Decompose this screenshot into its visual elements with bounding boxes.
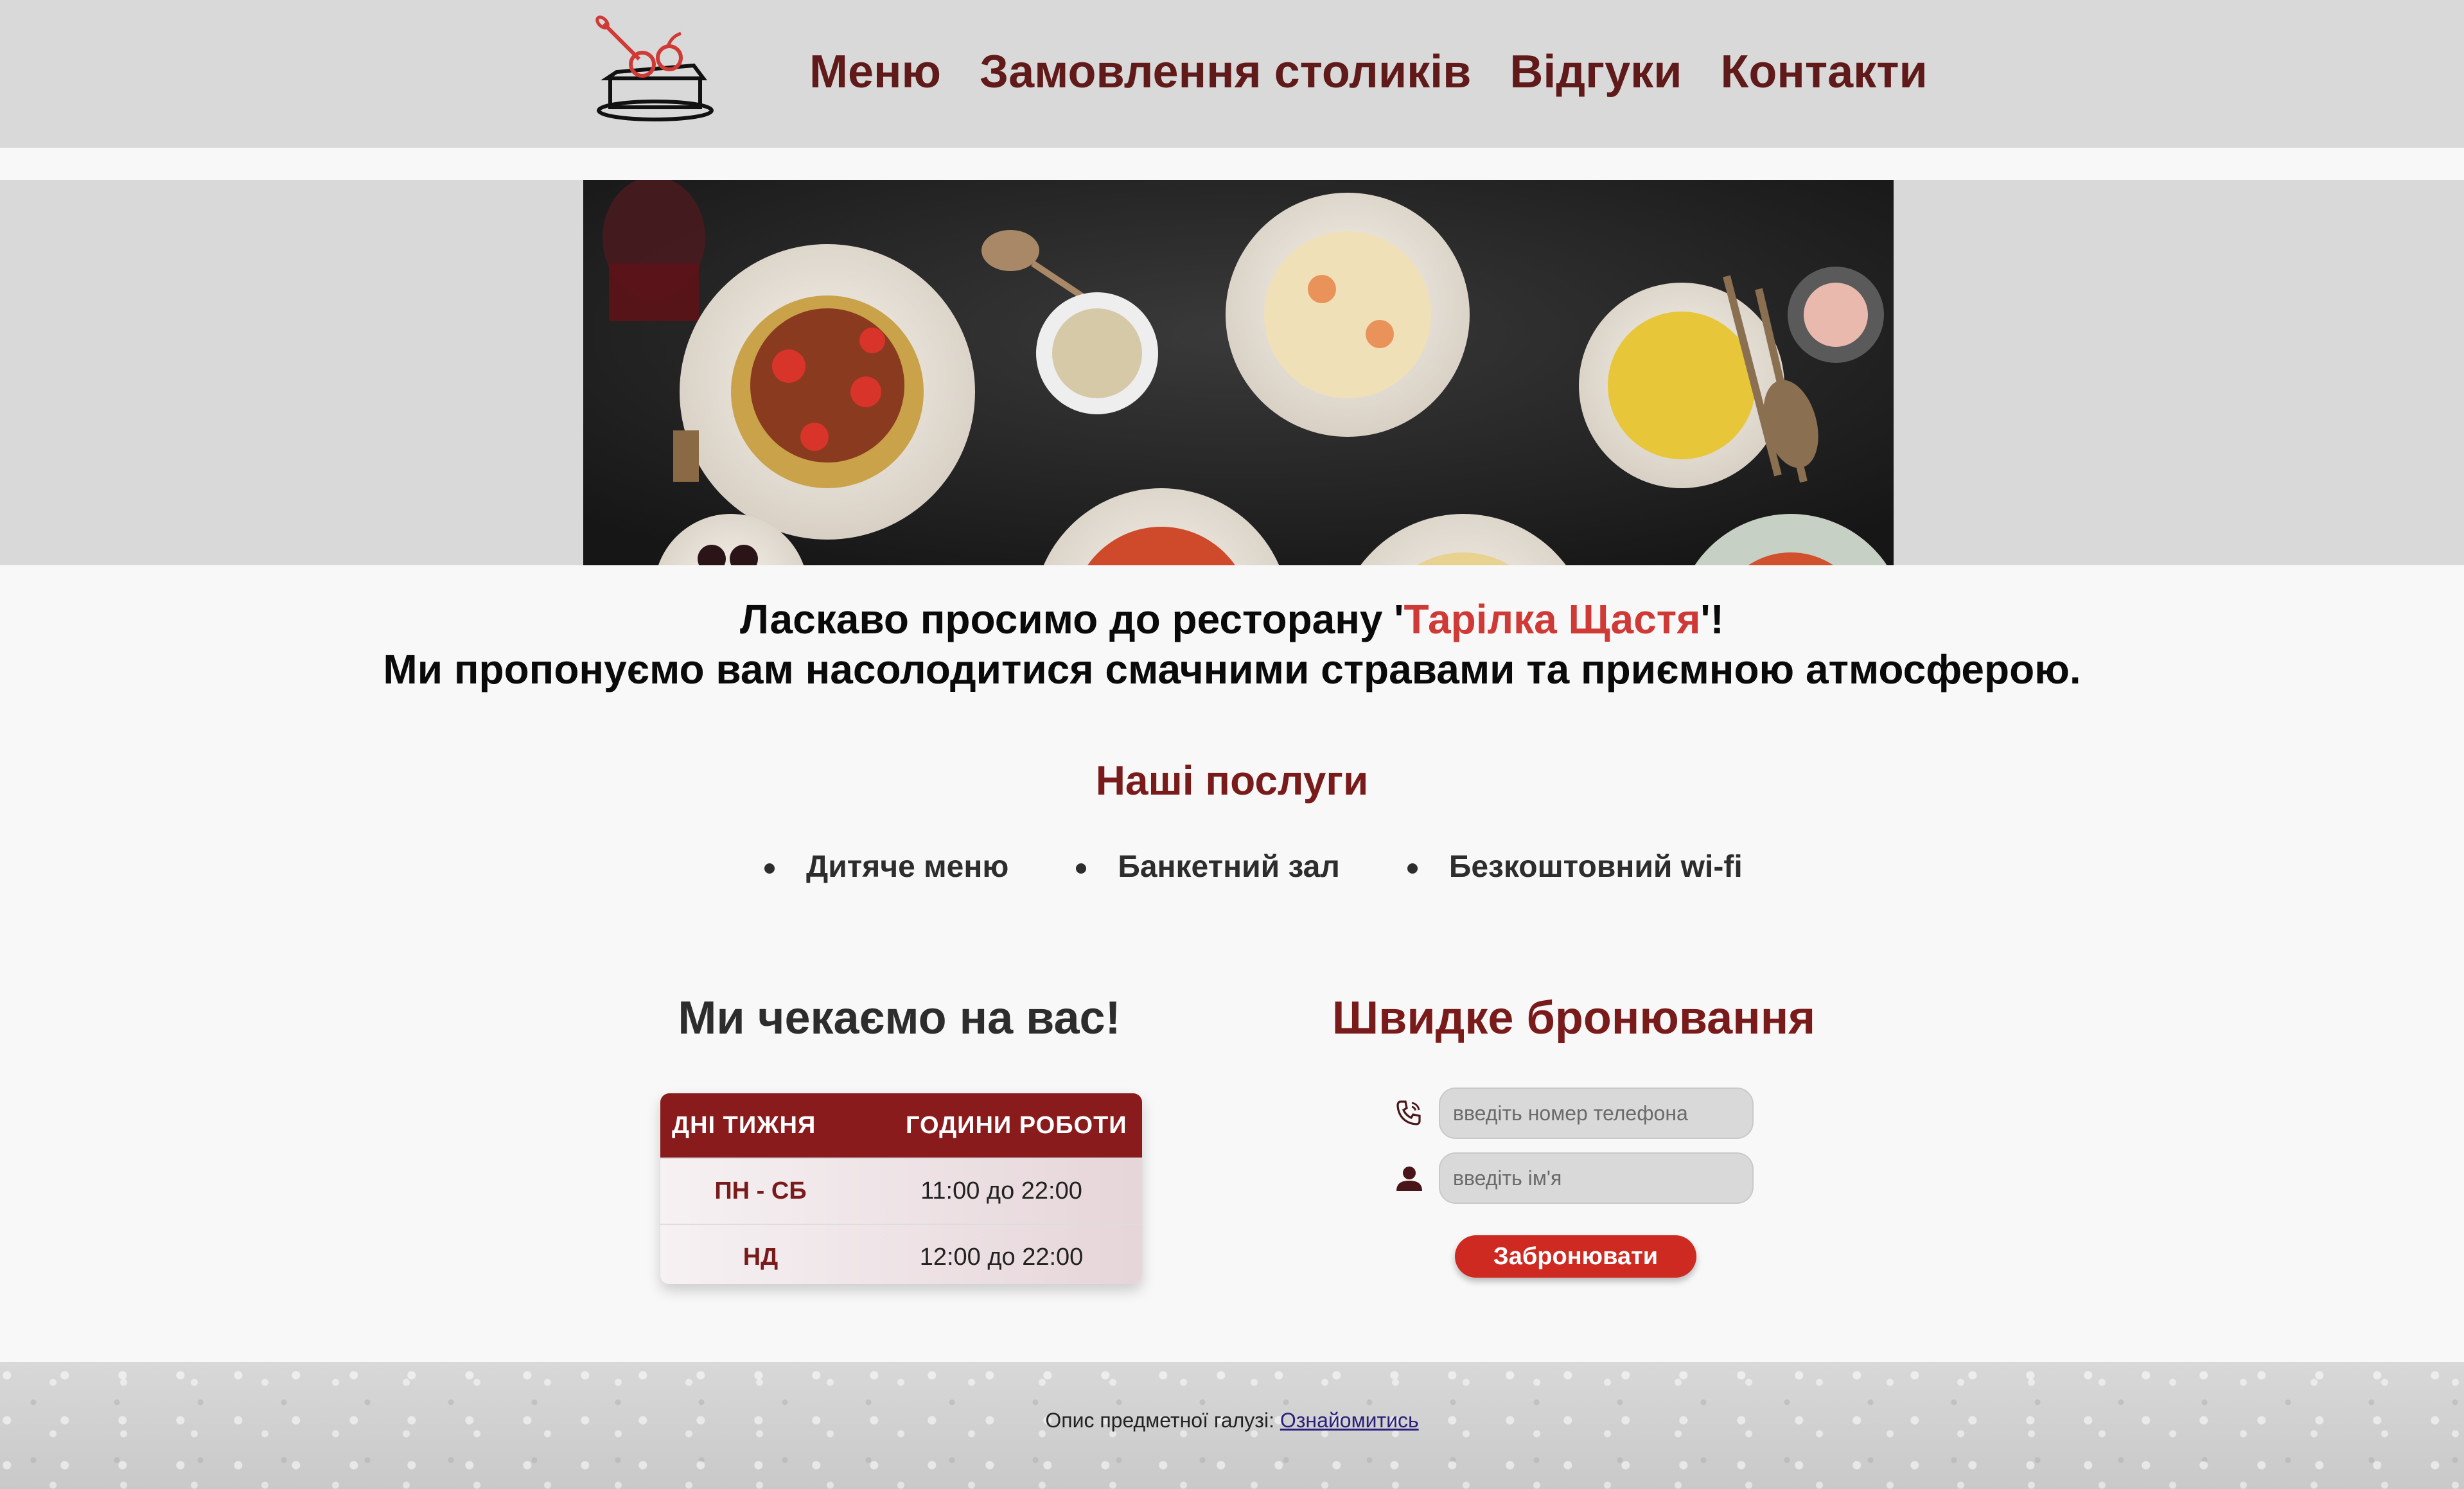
schedule-header-days: ДНІ ТИЖНЯ bbox=[660, 1093, 861, 1158]
schedule-hours: 12:00 до 22:00 bbox=[861, 1224, 1142, 1284]
footer-label: Опис предметної галузі: bbox=[1045, 1409, 1280, 1432]
table-row: ПН - СБ 11:00 до 22:00 bbox=[660, 1158, 1142, 1224]
schedule-table: ДНІ ТИЖНЯ ГОДИНИ РОБОТИ ПН - СБ 11:00 до… bbox=[660, 1093, 1142, 1284]
services-title: Наші послуги bbox=[1095, 757, 1369, 804]
nav-table-booking[interactable]: Замовлення столиків bbox=[980, 42, 1471, 101]
schedule-day: НД bbox=[660, 1224, 861, 1284]
welcome-prefix: Ласкаво просимо до ресторану ' bbox=[740, 596, 1404, 642]
welcome-line-1: Ласкаво просимо до ресторану 'Тарілка Ща… bbox=[0, 594, 2464, 644]
main-nav: Меню Замовлення столиків Відгуки Контакт… bbox=[809, 42, 1928, 101]
schedule-header-hours: ГОДИНИ РОБОТИ bbox=[861, 1093, 1142, 1158]
footer-text: Опис предметної галузі: Ознайомитись bbox=[0, 1409, 2464, 1432]
nav-menu[interactable]: Меню bbox=[809, 42, 941, 101]
phone-field bbox=[1394, 1088, 1760, 1139]
service-item-free-wifi: Безкоштовний wi-fi bbox=[1401, 841, 1743, 893]
site-header: Меню Замовлення столиків Відгуки Контакт… bbox=[0, 0, 2464, 148]
schedule-title: Ми чекаємо на вас! bbox=[678, 992, 1121, 1044]
schedule-header-row: ДНІ ТИЖНЯ ГОДИНИ РОБОТИ bbox=[660, 1093, 1142, 1158]
nav-reviews[interactable]: Відгуки bbox=[1509, 42, 1682, 101]
footer-link[interactable]: Ознайомитись bbox=[1280, 1409, 1419, 1432]
hero-food-image bbox=[583, 180, 1894, 565]
schedule-hours: 11:00 до 22:00 bbox=[861, 1158, 1142, 1224]
welcome-line-2: Ми пропонуємо вам насолодитися смачними … bbox=[383, 646, 2081, 692]
schedule-day: ПН - СБ bbox=[660, 1158, 861, 1224]
booking-title: Швидке бронювання bbox=[1332, 992, 1816, 1044]
phone-icon bbox=[1396, 1100, 1421, 1125]
service-item-banquet-hall: Банкетний зал bbox=[1069, 841, 1340, 893]
user-icon bbox=[1396, 1167, 1422, 1191]
services-list: Дитяче меню Банкетний зал Безкоштовний w… bbox=[758, 841, 1804, 893]
name-input[interactable] bbox=[1439, 1152, 1754, 1204]
welcome-suffix: '! bbox=[1700, 596, 1724, 642]
service-item-kids-menu: Дитяче меню bbox=[758, 841, 1008, 893]
restaurant-logo[interactable] bbox=[591, 14, 719, 130]
phone-input[interactable] bbox=[1439, 1088, 1754, 1139]
brand-name: Тарілка Щастя bbox=[1404, 596, 1701, 642]
table-row: НД 12:00 до 22:00 bbox=[660, 1224, 1142, 1284]
name-field bbox=[1394, 1152, 1760, 1204]
book-button[interactable]: Забронювати bbox=[1455, 1235, 1696, 1278]
nav-contacts[interactable]: Контакти bbox=[1720, 42, 1927, 101]
welcome-text: Ласкаво просимо до ресторану 'Тарілка Ща… bbox=[0, 594, 2464, 694]
